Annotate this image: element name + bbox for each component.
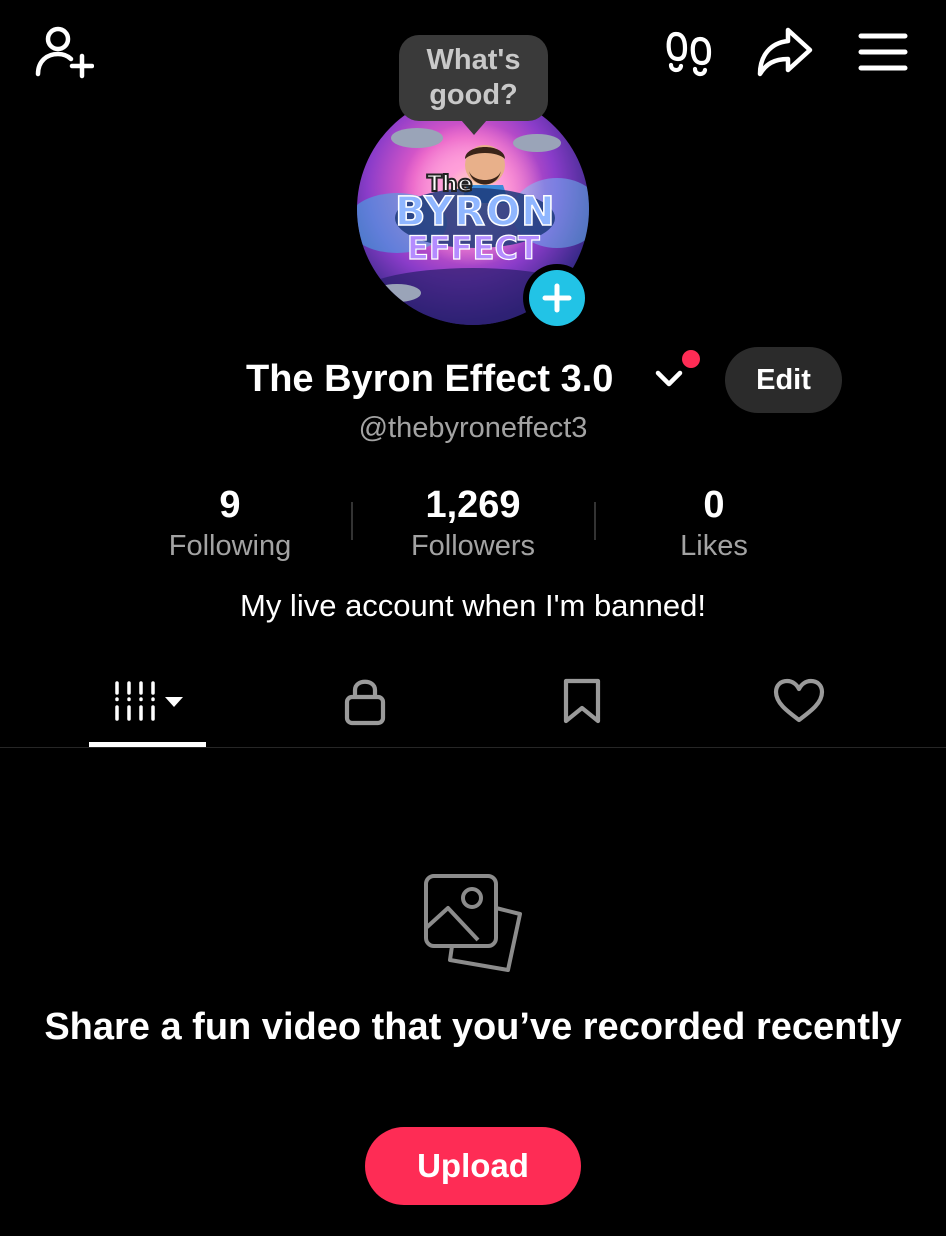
name-row: The Byron Effect 3.0 Edit [0,347,946,413]
stat-value: 0 [703,484,725,526]
bookmark-icon [563,678,600,724]
stat-following[interactable]: 9 Following [130,482,330,564]
footprints-icon[interactable] [664,28,714,78]
profile-page: What's good? The BYRON EFFECT The Byron … [0,0,946,1236]
stat-label: Likes [680,530,748,562]
note-bubble[interactable]: What's good? [399,35,548,135]
username: @thebyroneffect3 [358,412,588,444]
display-name[interactable]: The Byron Effect 3.0 [246,358,613,401]
photos-icon [424,874,522,972]
bio: My live account when I'm banned! [240,588,706,623]
stat-followers[interactable]: 1,269 Followers [373,482,573,564]
heart-icon [773,678,824,723]
stat-likes[interactable]: 0 Likes [614,482,814,564]
tabs-divider [0,747,946,748]
upload-button[interactable]: Upload [365,1127,581,1205]
tab-liked[interactable] [740,670,857,732]
lock-icon [344,679,385,726]
stat-value: 9 [219,484,241,526]
add-story-button[interactable] [523,264,591,332]
add-friend-icon[interactable] [34,24,94,80]
empty-state-title: Share a fun video that you’ve recorded r… [44,1006,902,1048]
edit-profile-button[interactable]: Edit [725,347,842,413]
stat-divider [351,502,353,540]
stat-label: Following [168,530,292,562]
notification-dot [682,350,700,368]
stat-divider [594,502,596,540]
stat-label: Followers [410,530,536,562]
tab-saved[interactable] [523,670,640,732]
note-text: What's good? [426,44,521,111]
stat-value: 1,269 [425,484,521,526]
plus-icon [542,283,572,313]
chevron-down-icon[interactable] [654,368,684,390]
tab-videos[interactable] [89,670,206,732]
svg-text:EFFECT: EFFECT [407,229,540,267]
grid-icon [114,681,183,721]
menu-icon[interactable] [858,31,908,73]
tab-private[interactable] [306,670,423,732]
share-icon[interactable] [756,26,814,78]
